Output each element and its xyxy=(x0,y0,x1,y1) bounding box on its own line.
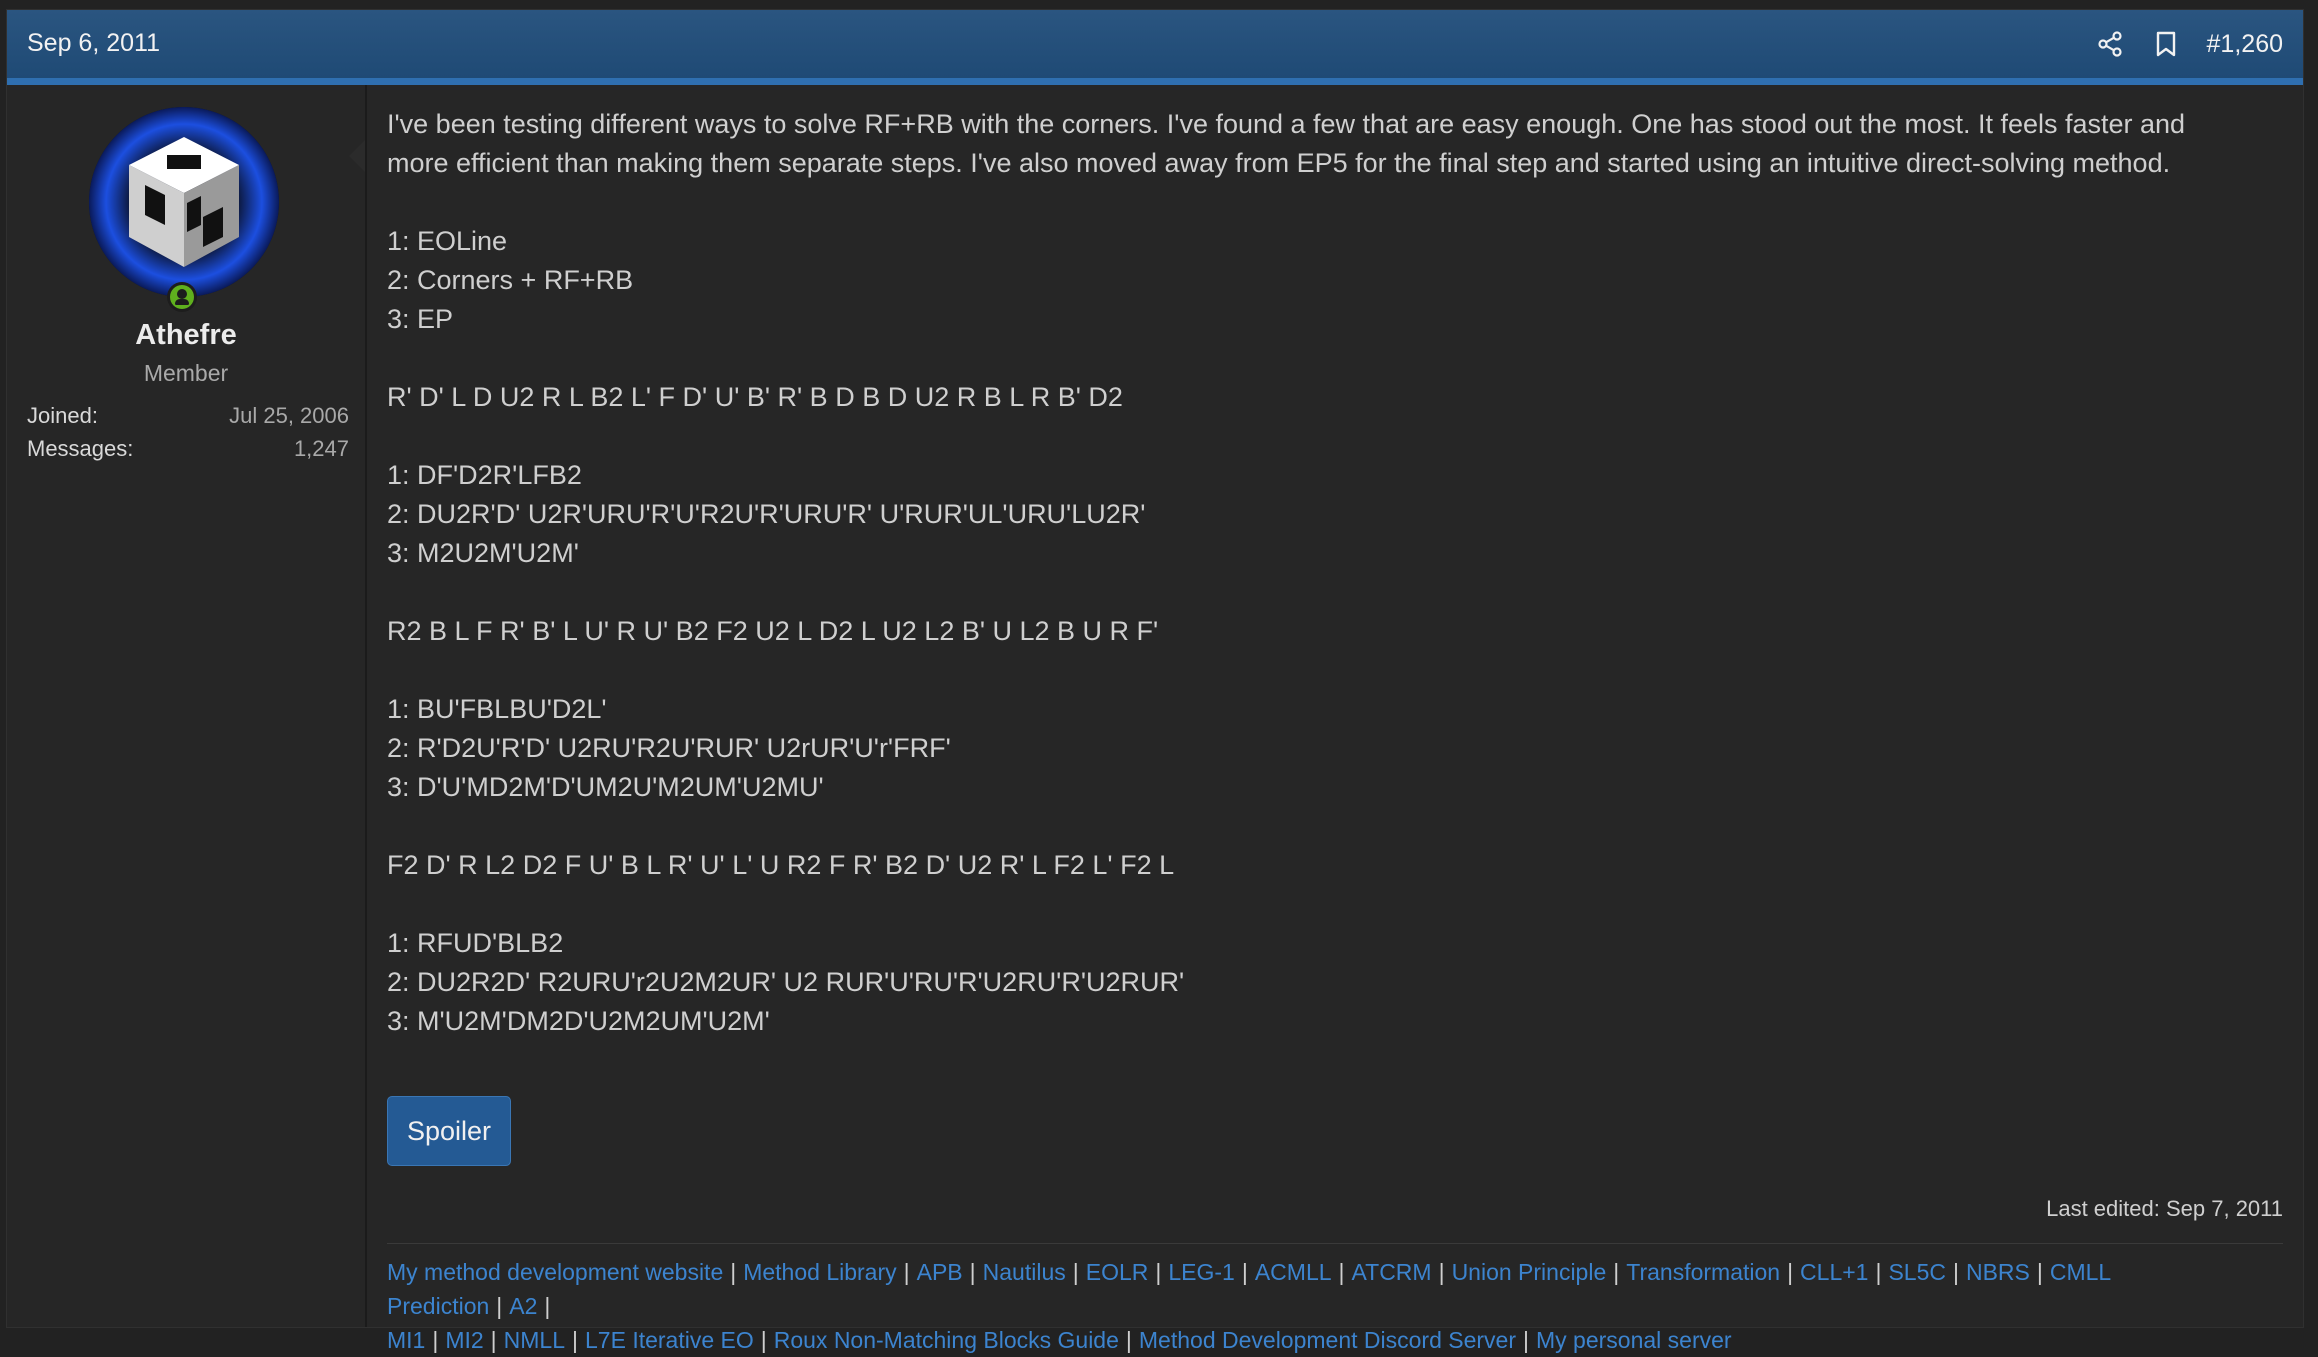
signature-separator: | xyxy=(1523,1327,1529,1353)
solution-line: 2: DU2R'D' U2R'URU'R'U'R2U'R'URU'R' U'RU… xyxy=(387,499,1146,529)
solution-line: 1: BU'FBLBU'D2L' xyxy=(387,694,607,724)
share-icon[interactable] xyxy=(2095,29,2125,59)
messages-row: Messages: 1,247 xyxy=(27,436,349,462)
signature-link[interactable]: MI1 xyxy=(387,1327,425,1353)
user-title: Member xyxy=(143,360,229,386)
signature-separator: | xyxy=(490,1327,497,1353)
post-number-link[interactable]: #1,260 xyxy=(2207,30,2283,59)
scramble-line: R' D' L D U2 R L B2 L' F D' U' B' R' B D… xyxy=(387,382,1123,412)
bookmark-icon[interactable] xyxy=(2151,29,2181,59)
spoiler-button[interactable]: Spoiler xyxy=(387,1096,511,1166)
post-body: I've been testing different ways to solv… xyxy=(387,105,2287,1041)
signature-separator: | xyxy=(544,1293,551,1319)
signature-divider xyxy=(387,1243,2283,1244)
signature-separator: | xyxy=(1953,1259,1959,1285)
signature-separator: | xyxy=(1072,1259,1079,1285)
step-line: 1: EOLine xyxy=(387,226,508,256)
signature-separator: | xyxy=(2036,1259,2043,1285)
signature-line: MI1 | MI2 | NMLL | L7E Iterative EO | Roux Non-M… xyxy=(387,1323,2287,1357)
signature-link[interactable]: NMLL xyxy=(504,1327,565,1353)
signature-link[interactable]: L7E Iterative EO xyxy=(585,1327,754,1353)
user-arrow xyxy=(349,140,365,172)
signature-link[interactable]: CLL+1 xyxy=(1800,1259,1868,1285)
signature-separator: | xyxy=(1241,1259,1248,1285)
joined-label: Joined: xyxy=(27,403,98,428)
avatar[interactable] xyxy=(89,107,279,297)
signature-link[interactable]: APB xyxy=(917,1259,963,1285)
post-actions: #1,260 xyxy=(2095,26,2283,62)
signature-link[interactable]: Transformation xyxy=(1626,1259,1780,1285)
signature-link[interactable]: My personal server xyxy=(1536,1327,1732,1353)
solution-line: 3: D'U'MD2M'D'UM2U'M2UM'U2MU' xyxy=(387,772,824,802)
signature-link[interactable]: SL5C xyxy=(1888,1259,1946,1285)
signature-separator: | xyxy=(572,1327,578,1353)
messages-label: Messages: xyxy=(27,436,134,461)
signature-link[interactable]: Method Library xyxy=(743,1259,896,1285)
signature: My method development website | Method Lib… xyxy=(387,1255,2287,1357)
signature-link[interactable]: Method Development Discord Server xyxy=(1139,1327,1516,1353)
step-line: 2: Corners + RF+RB xyxy=(387,265,634,295)
signature-link[interactable]: Nautilus xyxy=(983,1259,1066,1285)
post-header: Sep 6, 2011 #1,260 xyxy=(7,10,2303,85)
scramble-line: R2 B L F R' B' L U' R U' B2 F2 U2 L D2 L… xyxy=(387,616,1159,646)
solution-line: 3: M'U2M'DM2D'U2M2UM'U2M' xyxy=(387,1006,770,1036)
username-link[interactable]: Athefre xyxy=(7,319,365,352)
solution-line: 3: M2U2M'U2M' xyxy=(387,538,579,568)
signature-link[interactable]: Union Principle xyxy=(1452,1259,1607,1285)
signature-link[interactable]: LEG-1 xyxy=(1168,1259,1234,1285)
signature-separator: | xyxy=(760,1327,767,1353)
signature-separator: | xyxy=(1787,1259,1794,1285)
signature-separator: | xyxy=(496,1293,503,1319)
messages-value[interactable]: 1,247 xyxy=(294,436,349,462)
signature-separator: | xyxy=(1613,1259,1620,1285)
post-date[interactable]: Sep 6, 2011 xyxy=(27,29,160,58)
post-intro-line: more efficient than making them separate… xyxy=(387,148,2171,178)
signature-link[interactable]: ATCRM xyxy=(1352,1259,1432,1285)
joined-value: Jul 25, 2006 xyxy=(229,403,349,428)
signature-link[interactable]: MI2 xyxy=(445,1327,483,1353)
signature-line: My method development website | Method Lib… xyxy=(387,1255,2287,1323)
last-edited-note: Last edited: Sep 7, 2011 xyxy=(2046,1196,2283,1221)
scramble-line: F2 D' R L2 D2 F U' B L R' U' L' U R2 F R… xyxy=(387,850,1175,880)
solution-line: 1: DF'D2R'LFB2 xyxy=(387,460,582,490)
forum-post: Sep 6, 2011 #1,260 Athefre Member Joined… xyxy=(6,9,2304,1353)
post-intro-line: I've been testing different ways to solv… xyxy=(387,109,2186,139)
step-line: 3: EP xyxy=(387,304,454,334)
user-details: Athefre Member Joined: Jul 25, 2006 Mess… xyxy=(7,85,367,1327)
solution-line: 2: R'D2U'R'D' U2RU'R2U'RUR' U2rUR'U'r'FR… xyxy=(387,733,951,763)
solution-line: 1: RFUD'BLB2 xyxy=(387,928,564,958)
signature-separator: | xyxy=(1155,1259,1162,1285)
signature-separator: | xyxy=(969,1259,976,1285)
signature-link[interactable]: Roux Non-Matching Blocks Guide xyxy=(774,1327,1119,1353)
online-status-icon xyxy=(167,282,197,312)
joined-row: Joined: Jul 25, 2006 xyxy=(27,403,349,429)
solution-line: 2: DU2R2D' R2URU'r2U2M2UR' U2 RUR'U'RU'R… xyxy=(387,967,1185,997)
signature-link[interactable]: My method development website xyxy=(387,1259,723,1285)
signature-separator: | xyxy=(1338,1259,1345,1285)
signature-link[interactable]: NBRS xyxy=(1966,1259,2030,1285)
signature-separator: | xyxy=(432,1327,439,1353)
signature-link[interactable]: ACMLL xyxy=(1255,1259,1332,1285)
signature-link[interactable]: EOLR xyxy=(1086,1259,1149,1285)
signature-separator: | xyxy=(1438,1259,1445,1285)
signature-separator: | xyxy=(1125,1327,1132,1353)
signature-separator: | xyxy=(1875,1259,1882,1285)
signature-separator: | xyxy=(903,1259,910,1285)
signature-link[interactable]: A2 xyxy=(509,1293,537,1319)
signature-separator: | xyxy=(730,1259,737,1285)
